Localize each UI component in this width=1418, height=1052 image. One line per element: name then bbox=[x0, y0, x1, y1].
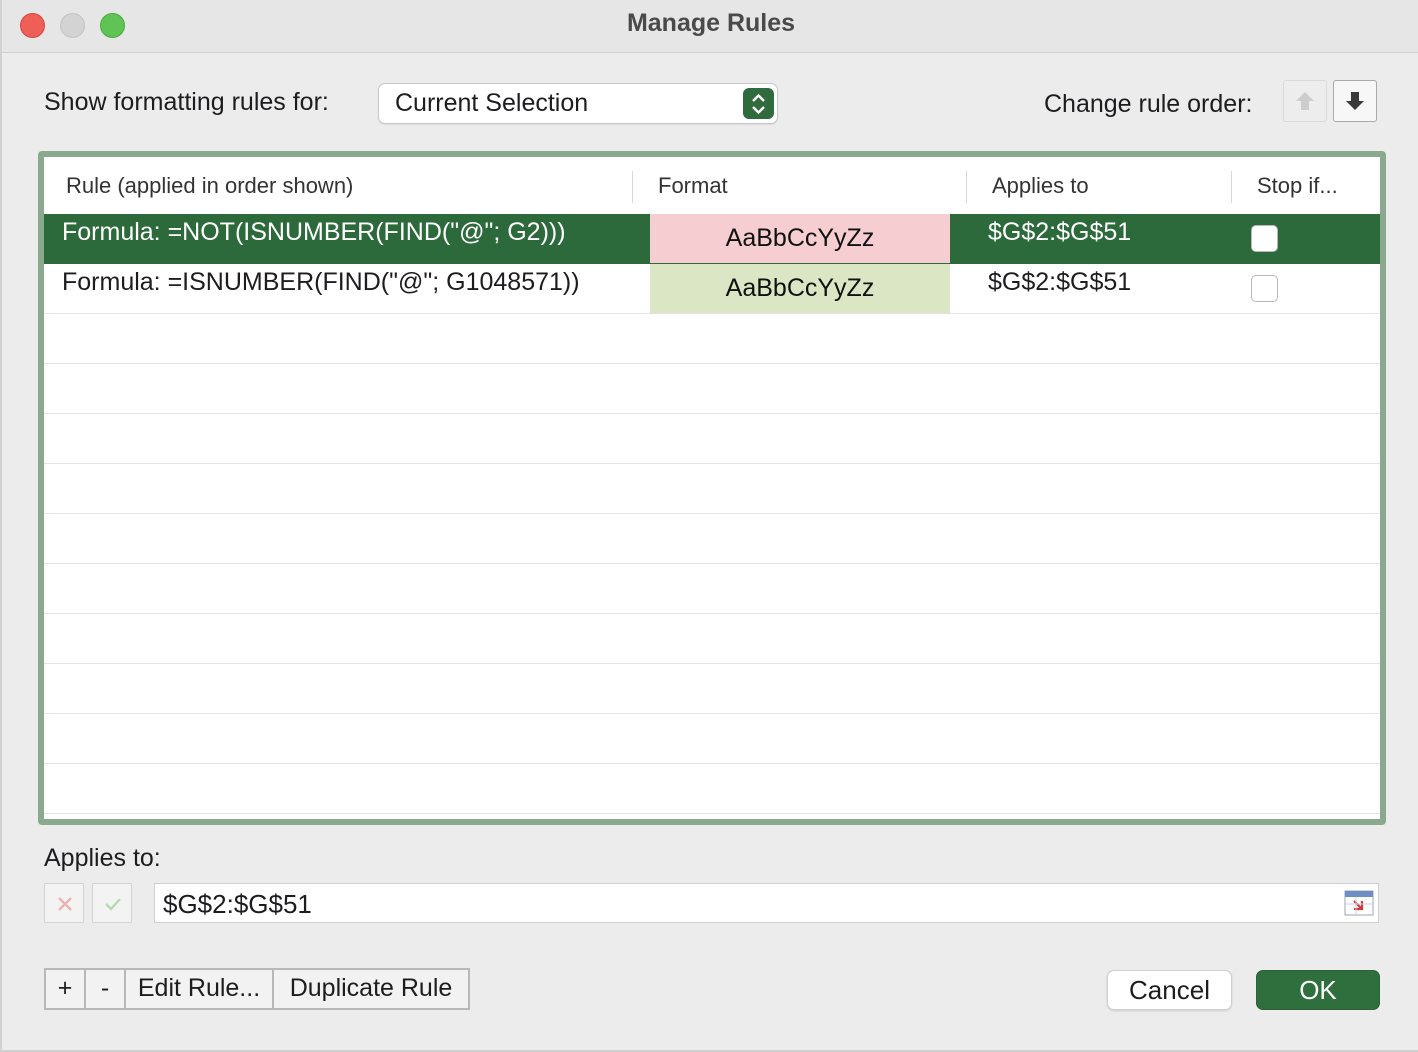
move-rule-up-button[interactable] bbox=[1283, 80, 1327, 122]
column-header-rule[interactable]: Rule (applied in order shown) bbox=[66, 173, 353, 199]
manage-rules-dialog: Manage Rules Show formatting rules for: … bbox=[0, 0, 1418, 1052]
empty-row bbox=[44, 464, 1380, 514]
title-bar: Manage Rules bbox=[2, 0, 1418, 53]
column-header-stop-if[interactable]: Stop if... bbox=[1257, 173, 1338, 199]
arrow-down-icon bbox=[1346, 92, 1364, 110]
duplicate-rule-button[interactable]: Duplicate Rule bbox=[272, 968, 470, 1010]
remove-rule-button[interactable]: - bbox=[84, 968, 126, 1010]
ok-button[interactable]: OK bbox=[1256, 970, 1380, 1010]
column-divider bbox=[632, 171, 633, 203]
show-rules-label: Show formatting rules for: bbox=[44, 88, 329, 116]
column-header-applies-to[interactable]: Applies to bbox=[992, 173, 1089, 199]
applies-to-value: $G$2:$G$51 bbox=[163, 889, 312, 919]
confirm-edit-button[interactable] bbox=[92, 883, 132, 923]
stop-if-true-checkbox[interactable] bbox=[1251, 225, 1278, 252]
format-preview: AaBbCcYyZz bbox=[650, 214, 950, 263]
rule-formula: Formula: =NOT(ISNUMBER(FIND("@"; G2))) bbox=[62, 218, 566, 246]
range-picker-icon[interactable] bbox=[1344, 890, 1374, 916]
table-row[interactable]: Formula: =ISNUMBER(FIND("@"; G1048571)) … bbox=[44, 264, 1380, 314]
rule-order-label: Change rule order: bbox=[1044, 90, 1253, 118]
window-title: Manage Rules bbox=[626, 9, 796, 37]
cancel-button[interactable]: Cancel bbox=[1107, 970, 1232, 1010]
stop-if-true-checkbox[interactable] bbox=[1251, 275, 1278, 302]
checkmark-icon bbox=[105, 898, 121, 911]
rules-table-header: Rule (applied in order shown) Format App… bbox=[44, 157, 1380, 215]
empty-row bbox=[44, 514, 1380, 564]
empty-row bbox=[44, 414, 1380, 464]
move-rule-down-button[interactable] bbox=[1333, 80, 1377, 122]
arrow-up-icon bbox=[1296, 92, 1314, 110]
scope-select-value: Current Selection bbox=[395, 89, 589, 117]
updown-chevron-icon bbox=[743, 88, 774, 119]
column-divider bbox=[966, 171, 967, 203]
add-rule-button[interactable]: + bbox=[44, 968, 86, 1010]
edit-rule-button[interactable]: Edit Rule... bbox=[124, 968, 274, 1010]
empty-row bbox=[44, 614, 1380, 664]
scope-select[interactable]: Current Selection bbox=[378, 83, 778, 124]
x-icon bbox=[58, 897, 72, 911]
column-divider bbox=[1231, 171, 1232, 203]
rule-applies-to: $G$2:$G$51 bbox=[988, 268, 1132, 296]
cancel-edit-button[interactable] bbox=[44, 883, 84, 923]
empty-row bbox=[44, 664, 1380, 714]
format-preview: AaBbCcYyZz bbox=[650, 264, 950, 313]
empty-row bbox=[44, 714, 1380, 764]
rule-applies-to: $G$2:$G$51 bbox=[988, 218, 1132, 246]
applies-to-label: Applies to: bbox=[44, 844, 161, 872]
rule-formula: Formula: =ISNUMBER(FIND("@"; G1048571)) bbox=[62, 268, 580, 296]
empty-row bbox=[44, 364, 1380, 414]
column-header-format[interactable]: Format bbox=[658, 173, 728, 199]
empty-row bbox=[44, 314, 1380, 364]
empty-row bbox=[44, 764, 1380, 814]
applies-to-input[interactable]: $G$2:$G$51 bbox=[154, 883, 1379, 923]
empty-row bbox=[44, 564, 1380, 614]
rules-table: Rule (applied in order shown) Format App… bbox=[38, 151, 1386, 825]
table-row[interactable]: Formula: =NOT(ISNUMBER(FIND("@"; G2))) A… bbox=[44, 214, 1380, 264]
